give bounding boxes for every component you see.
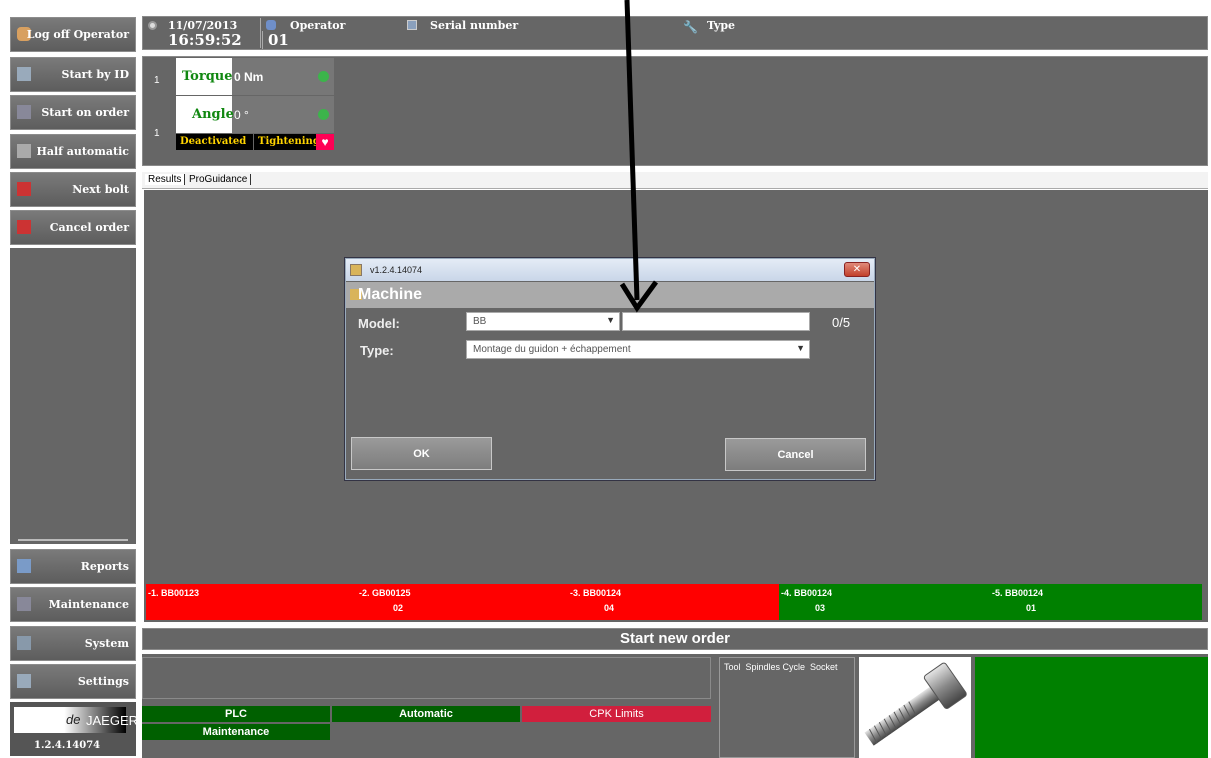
- serial-icon: [407, 20, 417, 30]
- cpk-limits-status: CPK Limits: [522, 706, 711, 722]
- settings-button[interactable]: Settings: [10, 664, 136, 699]
- automatic-status: Automatic: [332, 706, 520, 722]
- angle-ok-icon: [318, 109, 329, 120]
- ok-button[interactable]: OK: [351, 437, 492, 470]
- order-icon: [17, 105, 31, 119]
- spindle-row1-num: 1: [154, 75, 160, 86]
- model-count: 0/5: [832, 315, 851, 330]
- model-select-value: BB: [473, 316, 487, 327]
- result-item-3[interactable]: -3. BB00124 04: [568, 584, 779, 620]
- plc-status: PLC: [142, 706, 330, 722]
- cancel-order-button[interactable]: Cancel order: [10, 210, 136, 245]
- tightening-badge: Tightening: [254, 134, 320, 150]
- start-new-order-label: Start new order: [619, 630, 731, 647]
- model-label: Model:: [358, 316, 400, 331]
- serial-label: Serial number: [430, 19, 519, 32]
- dialog-close-button[interactable]: ✕: [844, 262, 870, 277]
- heart-icon: ♥: [316, 134, 334, 150]
- annotation-arrow: [619, 0, 659, 313]
- reports-button[interactable]: Reports: [10, 549, 136, 584]
- type-select[interactable]: Montage du guidon + échappement ▼: [466, 340, 810, 359]
- tab-proguidance[interactable]: ProGuidance: [186, 174, 252, 185]
- result-item-4[interactable]: -4. BB00124 03: [779, 584, 990, 620]
- result-item-2[interactable]: -2. GB00125 02: [357, 584, 568, 620]
- angle-label: Angle: [192, 107, 234, 122]
- sidebar-background: [10, 248, 136, 544]
- system-button[interactable]: System: [10, 626, 136, 661]
- type-select-value: Montage du guidon + échappement: [473, 344, 631, 355]
- bolt-x-icon: [17, 182, 31, 196]
- header-divider: [260, 18, 261, 48]
- clock-icon: [148, 21, 157, 30]
- operator-value: 01: [268, 31, 289, 49]
- dialog-heading: Machine: [358, 286, 423, 303]
- id-icon: [17, 67, 31, 81]
- wrench-icon: 🔧: [683, 20, 698, 34]
- result-item-5[interactable]: -5. BB00124 01: [990, 584, 1202, 620]
- maintenance-status: Maintenance: [142, 724, 330, 740]
- torque-value: 0 Nm: [234, 70, 264, 84]
- operator-icon: [266, 20, 276, 30]
- message-box: [142, 657, 711, 699]
- torque-ok-icon: [318, 71, 329, 82]
- logo-de: de: [66, 712, 81, 727]
- result-indicator: [975, 657, 1208, 758]
- bolt-image: [859, 657, 971, 758]
- tab-results[interactable]: Results: [145, 174, 186, 185]
- bolt-icon: [17, 144, 31, 158]
- torque-cell: Torque 0 Nm: [176, 58, 334, 95]
- chevron-down-icon: ▼: [796, 343, 805, 353]
- bolt-picture: [864, 662, 967, 746]
- header-time: 16:59:52: [168, 31, 242, 49]
- maintenance-icon: [17, 597, 31, 611]
- version-label: 1.2.4.14074: [34, 740, 101, 751]
- start-by-id-button[interactable]: Start by ID: [10, 57, 136, 92]
- reports-icon: [17, 559, 31, 573]
- torque-label: Torque: [182, 69, 233, 84]
- maintenance-button[interactable]: Maintenance: [10, 587, 136, 622]
- cancel-icon: [17, 220, 31, 234]
- dialog-app-icon: [350, 264, 362, 276]
- log-off-button[interactable]: Log off Operator: [10, 17, 136, 52]
- angle-value: 0 °: [234, 108, 249, 122]
- result-item-1[interactable]: -1. BB00123: [146, 584, 357, 620]
- next-bolt-button[interactable]: Next bolt: [10, 172, 136, 207]
- dialog-title: v1.2.4.14074: [370, 265, 423, 275]
- start-on-order-button[interactable]: Start on order: [10, 95, 136, 130]
- type-label: Type: [707, 19, 736, 32]
- type-label: Type:: [360, 343, 394, 358]
- half-automatic-button[interactable]: Half automatic: [10, 134, 136, 169]
- settings-icon: [17, 674, 31, 688]
- sidebar-separator: [18, 539, 128, 541]
- spindle-row2-num: 1: [154, 128, 160, 139]
- logo-brand: JAEGER: [86, 713, 139, 728]
- model-select[interactable]: BB ▼: [466, 312, 620, 331]
- tool-header: Tool Spindles Cycle Socket: [724, 662, 838, 672]
- angle-cell: Angle 0 °: [176, 96, 334, 133]
- logo: de JAEGER: [14, 707, 138, 733]
- deactivated-badge: Deactivated: [176, 134, 253, 150]
- cancel-button[interactable]: Cancel: [725, 438, 866, 471]
- tool-info-panel: [719, 657, 855, 758]
- system-icon: [17, 636, 31, 650]
